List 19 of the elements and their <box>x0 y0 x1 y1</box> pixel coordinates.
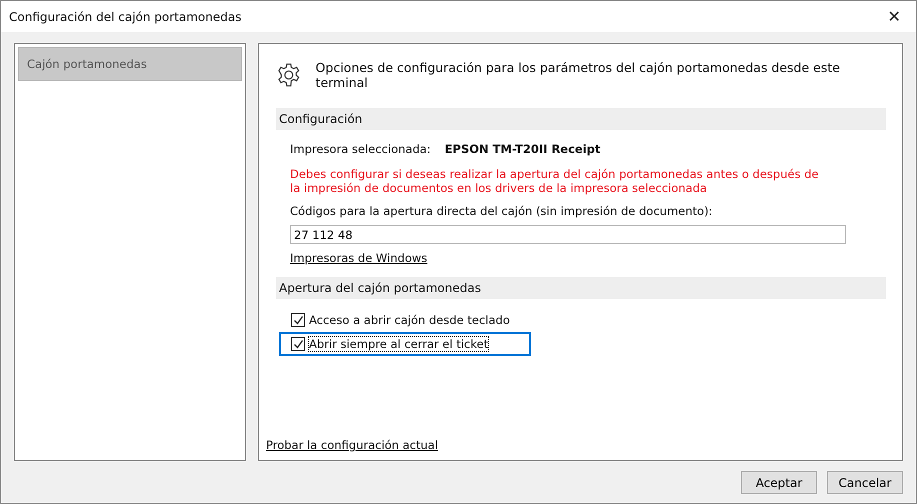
codes-field[interactable]: 27 112 48 <box>290 225 846 244</box>
section-header: Apertura del cajón portamonedas <box>276 277 886 299</box>
window-title: Configuración del cajón portamonedas <box>9 10 242 24</box>
printer-name: EPSON TM-T20II Receipt <box>444 142 600 156</box>
checkbox-option[interactable]: Abrir siempre al cerrar el ticket <box>279 332 531 356</box>
dialog-button[interactable]: Aceptar <box>741 471 817 494</box>
checkbox[interactable] <box>291 313 305 327</box>
printers-link[interactable]: Impresoras de Windows <box>290 251 428 265</box>
checkbox[interactable] <box>291 337 305 351</box>
sidebar-item[interactable]: Cajón portamonedas <box>18 47 242 81</box>
dialog-button[interactable]: Cancelar <box>827 471 903 494</box>
codes-label: Códigos para la apertura directa del cajón (sin impresión de documento): <box>290 204 714 218</box>
checkbox-option[interactable]: Acceso a abrir cajón desde teclado <box>279 308 531 332</box>
printer-label: Impresora seleccionada: <box>290 142 431 156</box>
section-header: Configuración <box>276 108 886 130</box>
warning-text: Debes configurar si deseas realizar la apertura del cajón portamonedas antes o después de la impresión de documentos en los drivers de la impresora seleccionada <box>290 167 820 195</box>
settings-icon <box>276 62 302 88</box>
test-link[interactable]: Probar la configuración actual <box>266 438 438 452</box>
header-text: Opciones de configuración para los parámetros del cajón portamonedas desde este terminal <box>316 60 841 90</box>
